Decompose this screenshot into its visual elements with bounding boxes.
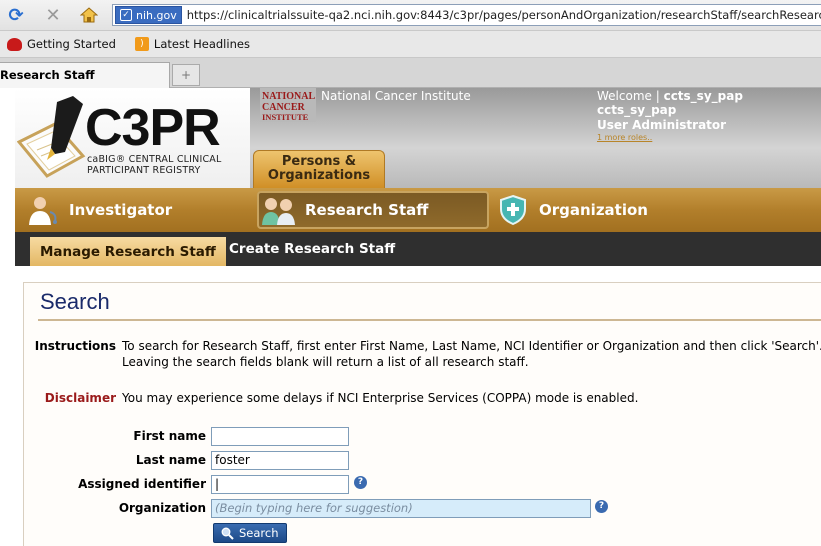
organization-label: Organization (118, 501, 206, 515)
staff-group-icon (261, 193, 297, 227)
nci-name: National Cancer Institute (321, 89, 471, 103)
identifier-help-icon[interactable]: ? (354, 476, 367, 489)
welcome-prefix: Welcome | (597, 89, 660, 103)
new-tab-button[interactable]: + (172, 64, 200, 86)
tab-title: Research Staff (0, 68, 95, 82)
home-icon[interactable] (78, 4, 100, 26)
subnav-label: Create Research Staff (229, 241, 396, 257)
main-nav: Investigator Research Staff Organization (15, 188, 821, 232)
logo-subtitle: caBIG® CENTRAL CLINICAL PARTICIPANT REGI… (87, 154, 222, 176)
subnav-label: Manage Research Staff (40, 243, 216, 260)
nci-logo[interactable]: NATIONAL CANCER INSTITUTE (260, 88, 320, 124)
search-panel: Search Instructions To search for Resear… (23, 282, 821, 546)
rss-icon: ) (134, 37, 149, 51)
reload-icon[interactable]: ⟳ (5, 4, 27, 26)
first-name-label: First name (133, 429, 206, 443)
instructions-line2: Leaving the search fields blank will ret… (122, 355, 529, 369)
clipboard-pen-icon (17, 96, 86, 178)
svg-text:NATIONAL: NATIONAL (262, 91, 315, 102)
more-roles-link[interactable]: 1 more roles.. (597, 133, 809, 142)
security-check-icon: ✓ (120, 9, 132, 21)
logo-text: C3PR (85, 99, 221, 157)
search-button[interactable]: Search (213, 523, 287, 543)
organization-autocomplete-field[interactable]: (Begin typing here for suggestion) (211, 499, 591, 518)
disclaimer-label: Disclaimer (44, 391, 116, 405)
subnav-create-research-staff[interactable]: Create Research Staff (219, 232, 405, 266)
organization-help-icon[interactable]: ? (595, 500, 608, 513)
instructions-line1: To search for Research Staff, first ente… (122, 339, 821, 353)
bookmarks-toolbar: Getting Started ) Latest Headlines (0, 31, 821, 58)
address-bar[interactable]: ✓ nih.gov https://clinicaltrialssuite-qa… (112, 4, 821, 26)
c3pr-app: C3PR caBIG® CENTRAL CLINICAL PARTICIPANT… (15, 88, 821, 546)
nav-label: Research Staff (305, 201, 429, 219)
sub-nav: Manage Research Staff Create Research St… (15, 232, 821, 266)
shield-icon (495, 193, 531, 227)
stop-icon[interactable]: ✕ (42, 4, 64, 26)
instructions-label: Instructions (34, 339, 116, 353)
subnav-manage-research-staff[interactable]: Manage Research Staff (30, 237, 226, 266)
url-text[interactable]: https://clinicaltrialssuite-qa2.nci.nih.… (187, 8, 821, 22)
c3pr-logo[interactable]: C3PR caBIG® CENTRAL CLINICAL PARTICIPANT… (15, 88, 250, 188)
last-name-field[interactable]: foster (211, 451, 349, 470)
user-role: User Administrator (597, 118, 727, 132)
nav-research-staff[interactable]: Research Staff (257, 191, 489, 229)
browser-nav-bar: ⟳ ✕ ✓ nih.gov https://clinicaltrialssuit… (0, 0, 821, 31)
module-tab-persons-organizations[interactable]: Persons & Organizations (253, 150, 385, 188)
assigned-identifier-field[interactable]: | (211, 475, 349, 494)
nav-label: Organization (539, 201, 648, 219)
svg-text:INSTITUTE: INSTITUTE (262, 112, 309, 122)
tab-strip: Research Staff + (0, 58, 821, 88)
first-name-field[interactable] (211, 427, 349, 446)
page-title: Search (40, 289, 110, 314)
browser-tab-research-staff[interactable]: Research Staff (0, 62, 170, 88)
magnifier-icon (221, 527, 234, 540)
nav-investigator[interactable]: Investigator (25, 188, 245, 232)
firefox-bookmark-icon (7, 37, 22, 51)
module-tab-label: Persons & Organizations (267, 154, 371, 183)
welcome-block: Welcome | ccts_sy_pap ccts_sy_pap User A… (597, 89, 809, 142)
site-identity-label: nih.gov (136, 8, 177, 22)
assigned-identifier-label: Assigned identifier (78, 477, 206, 491)
bookmark-getting-started[interactable]: Getting Started (7, 37, 116, 51)
nav-organization[interactable]: Organization (495, 188, 695, 232)
last-name-label: Last name (135, 453, 206, 467)
bookmark-latest-headlines[interactable]: ) Latest Headlines (134, 37, 250, 51)
bookmark-label: Getting Started (27, 37, 116, 51)
nav-label: Investigator (69, 201, 173, 219)
site-identity-button[interactable]: ✓ nih.gov (115, 6, 182, 24)
doctor-icon (25, 193, 61, 227)
bookmark-label: Latest Headlines (153, 37, 250, 51)
search-button-label: Search (239, 526, 279, 540)
title-divider (38, 319, 821, 321)
app-header: C3PR caBIG® CENTRAL CLINICAL PARTICIPANT… (15, 88, 821, 188)
disclaimer-text: You may experience some delays if NCI En… (122, 391, 639, 405)
plus-icon: + (180, 68, 192, 82)
